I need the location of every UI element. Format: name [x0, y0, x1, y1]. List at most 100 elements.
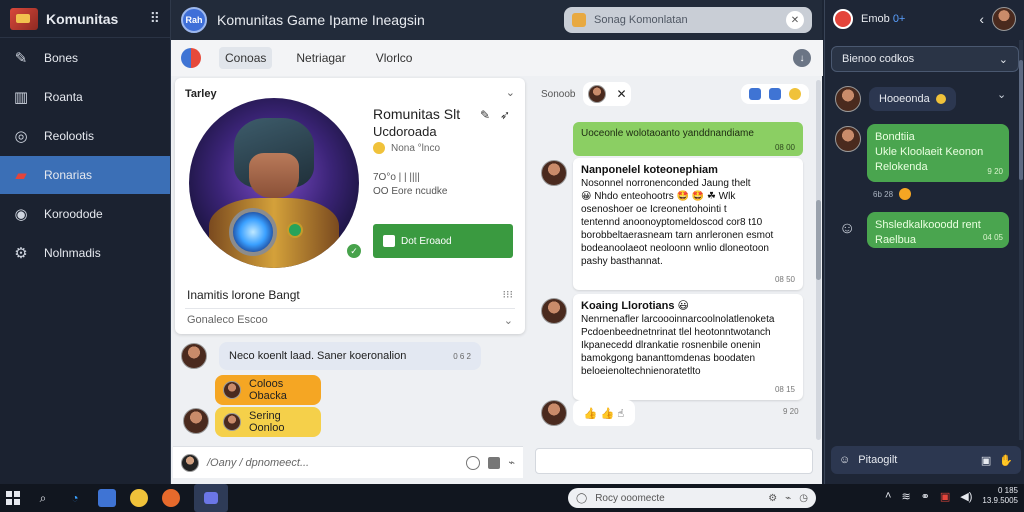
channel-select[interactable]: Bienoo codkos ⌄ [831, 46, 1019, 72]
sidebar-item-reolootis[interactable]: ◎ Reolootis [0, 117, 170, 155]
profile-bio: Inamitis lorone Bangt [187, 288, 300, 302]
sidebar-item-koroodode[interactable]: ◉ Koroodode [0, 195, 170, 233]
message-line: bamokgong bananttomdenas boodaten [581, 353, 756, 364]
notification-icon[interactable]: ▣ [940, 490, 950, 503]
emoji-icon[interactable] [466, 455, 481, 470]
sidebar-item-label: Reolootis [44, 129, 95, 143]
discord-app-icon[interactable] [194, 484, 228, 512]
chat-scrollbar[interactable] [816, 80, 821, 440]
message-time: 08 00 [774, 143, 795, 152]
profile-meta-2: OO Eore ncudke [373, 186, 448, 197]
collapse-chevron-icon[interactable]: ⌄ [506, 86, 515, 99]
participant-chip[interactable]: ✕ [583, 82, 632, 106]
pin-icon[interactable]: ➶ [500, 108, 510, 122]
button-icon [383, 235, 395, 247]
app-avatar[interactable]: Rah [181, 7, 207, 33]
search-input[interactable]: Sonag Komonlatan [594, 14, 778, 26]
volume-icon[interactable]: ◀) [960, 490, 972, 503]
right-scrollbar[interactable] [1019, 40, 1023, 440]
emoji-icon[interactable] [789, 88, 801, 100]
more-options-icon[interactable]: ↓ [793, 49, 811, 67]
taskbar: ⌕ ◔ ◯ Rocy ooomecte ⚙ ⌁ ◷ ˄ ≋ ⚭ ▣ ◀) 0 1… [0, 484, 1024, 512]
avatar [181, 343, 207, 369]
avatar [183, 408, 209, 434]
chevron-down-icon[interactable]: ⌄ [504, 314, 513, 327]
left-composer[interactable]: /Oany / dpnomeect... ⌁ [173, 446, 523, 478]
taskbar-search-input[interactable]: Rocy ooomecte [595, 493, 760, 504]
search-icon: ◯ [576, 492, 588, 504]
avatar [223, 381, 241, 399]
message-line: Pcdoenbeednetnrinat tlel heotonntwotanch [581, 327, 771, 338]
list-item[interactable]: Sering Oonloo [215, 407, 321, 437]
chrome-icon[interactable] [130, 489, 148, 507]
right-panel-title: Emob 0+ [861, 13, 906, 25]
wifi-icon[interactable]: ≋ [901, 490, 910, 503]
right-composer[interactable]: ☺ Pitaogilt ▣ ✋ [831, 446, 1021, 474]
message-line: osenoshoer oe Icreonentohointi t [581, 204, 727, 215]
right-composer-input[interactable] [535, 448, 813, 474]
avatar [223, 413, 241, 431]
firefox-icon[interactable] [162, 489, 180, 507]
avatar [181, 453, 199, 472]
list-item[interactable]: Neco koenlt laad. Saner koeronalion 0 6 … [181, 342, 481, 370]
window-title: Komunitas Game Ipame Ineagsin [217, 12, 425, 28]
tab-netriagar[interactable]: Netriagar [290, 47, 351, 69]
network-icon[interactable]: ⚭ [921, 490, 930, 503]
sidebar-title: Komunitas [46, 10, 119, 27]
system-clock[interactable]: 0 185 13.9.5005 [982, 486, 1018, 506]
message-bubble: Uoceonle wolotaoanto yanddnandiame 08 00 [573, 122, 803, 156]
hero-portrait [189, 98, 359, 268]
message-input[interactable]: /Oany / dpnomeect... [207, 457, 458, 469]
reaction-bar[interactable]: 👍 👍 ☝ [573, 400, 635, 426]
avatar [588, 85, 607, 103]
tab-conoas[interactable]: Conoas [219, 47, 273, 69]
sidebar-item-roanta[interactable]: ▥ Roanta [0, 78, 170, 116]
channel-select-label: Bienoo codkos [842, 53, 915, 65]
attach-icon[interactable]: ⌁ [508, 456, 515, 469]
search-bar[interactable]: Sonag Komonlatan ✕ [564, 7, 812, 33]
search-icon[interactable]: ⌕ [34, 489, 52, 507]
emoji-icon[interactable]: ☺ [839, 454, 850, 466]
gift-icon[interactable]: ▣ [981, 454, 991, 467]
list-item[interactable]: Hooeonda [835, 86, 956, 112]
windows-start-icon[interactable] [6, 491, 20, 505]
sidebar-item-nolnmadis[interactable]: ⚙ Nolnmadis [0, 234, 170, 272]
record-icon[interactable] [833, 9, 853, 29]
user-avatar[interactable] [992, 7, 1016, 31]
right-panel-header: Emob 0+ ‹ [825, 0, 1024, 38]
hand-icon[interactable]: ✋ [999, 454, 1013, 467]
image-icon[interactable] [488, 456, 501, 469]
clock-time: 0 185 [997, 486, 1018, 495]
clear-search-button[interactable]: ✕ [786, 11, 804, 29]
chevron-up-icon[interactable]: ˄ [885, 490, 891, 502]
sidebar-menu-icon[interactable]: ⠿ [150, 10, 160, 27]
message-bubble: Nanponelel koteonephiam Nosonnel norrone… [573, 158, 803, 290]
message-title: Nanponelel koteonephiam [581, 164, 718, 176]
edit-icon[interactable]: ✎ [480, 108, 490, 122]
message-input[interactable]: Pitaogilt [858, 454, 973, 466]
chevron-down-icon[interactable]: ⌄ [997, 88, 1006, 101]
back-arrow-icon[interactable]: ‹ [979, 11, 984, 27]
video-icon[interactable] [749, 88, 761, 100]
app-badge-icon [181, 48, 201, 68]
sidebar-item-ronarias[interactable]: ▰ Ronarias [0, 156, 170, 194]
tab-vlorlco[interactable]: Vlorlco [370, 47, 419, 69]
share-icon[interactable] [769, 88, 781, 100]
close-icon[interactable]: ✕ [616, 87, 626, 101]
gift-icon: ▰ [15, 167, 27, 184]
sidebar-item-bones[interactable]: ✎ Bones [0, 39, 170, 77]
list-item[interactable]: Coloos Obacka [215, 375, 321, 405]
avatar [541, 160, 567, 186]
file-explorer-icon[interactable] [98, 489, 116, 507]
avatar [541, 298, 567, 324]
taskbar-search[interactable]: ◯ Rocy ooomecte ⚙ ⌁ ◷ [568, 488, 816, 508]
profile-footer[interactable]: Gonaleco Escoo [187, 314, 268, 326]
message-time: 08 15 [774, 385, 795, 394]
message-text: Neco koenlt laad. Saner koeronalion [229, 350, 407, 362]
grid-icon[interactable]: ⁝⁝⁝ [503, 288, 514, 301]
edge-browser-icon[interactable]: ◔ [66, 489, 84, 507]
profile-action-button[interactable]: Dot Eroaod [373, 224, 513, 258]
chat-name-box: Hooeonda [869, 87, 956, 111]
message-meta: 6b 28 [873, 188, 912, 200]
app-logo-icon [10, 7, 38, 30]
